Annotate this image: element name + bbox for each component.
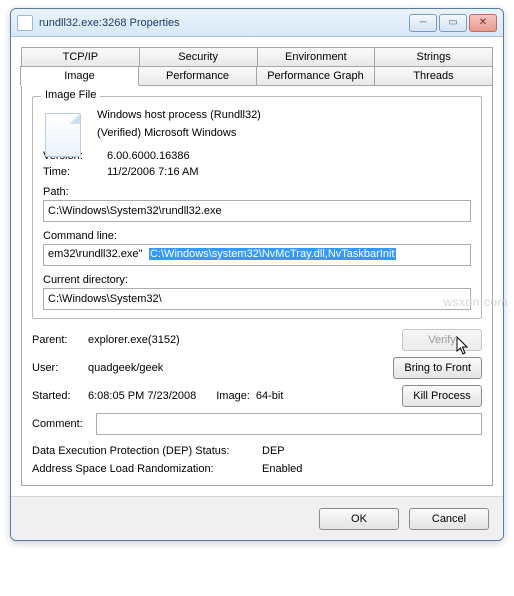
image-label: Image: — [216, 390, 250, 402]
tab-threads[interactable]: Threads — [374, 66, 493, 85]
bring-to-front-button[interactable]: Bring to Front — [393, 357, 482, 379]
comment-field[interactable] — [96, 413, 482, 435]
tab-perfgraph[interactable]: Performance Graph — [256, 66, 375, 85]
parent-label: Parent: — [32, 334, 88, 346]
comment-label: Comment: — [32, 418, 88, 430]
document-icon — [45, 113, 81, 157]
image-file-group: Image File Windows host process (Rundll3… — [32, 96, 482, 319]
tab-tcpip[interactable]: TCP/IP — [21, 47, 140, 66]
tab-environment[interactable]: Environment — [257, 47, 376, 66]
ok-button[interactable]: OK — [319, 508, 399, 530]
cmdline-field[interactable] — [43, 244, 471, 266]
dialog-footer: OK Cancel — [11, 496, 503, 540]
file-description: Windows host process (Rundll32) — [97, 107, 471, 125]
verify-button[interactable]: Verify — [402, 329, 482, 351]
time-label: Time: — [43, 166, 107, 178]
window-title: rundll32.exe:3268 Properties — [39, 17, 409, 29]
dep-label: Data Execution Protection (DEP) Status: — [32, 445, 262, 457]
started-value: 6:08:05 PM 7/23/2008 — [88, 390, 196, 402]
time-value: 11/2/2006 7:16 AM — [107, 166, 199, 178]
dep-value: DEP — [262, 445, 285, 457]
kill-process-button[interactable]: Kill Process — [402, 385, 482, 407]
close-button[interactable]: ✕ — [469, 14, 497, 32]
started-label: Started: — [32, 390, 88, 402]
path-field[interactable] — [43, 200, 471, 222]
curdir-label: Current directory: — [43, 274, 471, 286]
curdir-field[interactable] — [43, 288, 471, 310]
tab-image[interactable]: Image — [20, 66, 139, 86]
parent-value: explorer.exe(3152) — [88, 334, 180, 346]
user-label: User: — [32, 362, 88, 374]
tab-security[interactable]: Security — [139, 47, 258, 66]
maximize-button[interactable]: ▭ — [439, 14, 467, 32]
aslr-value: Enabled — [262, 463, 302, 475]
tab-strip: TCP/IP Security Environment Strings Imag… — [21, 47, 493, 86]
file-verified: (Verified) Microsoft Windows — [97, 125, 471, 143]
image-value: 64-bit — [256, 390, 284, 402]
tab-performance[interactable]: Performance — [138, 66, 257, 85]
version-value: 6.00.6000.16386 — [107, 150, 190, 162]
minimize-button[interactable]: ─ — [409, 14, 437, 32]
cmdline-label: Command line: — [43, 230, 471, 242]
user-value: quadgeek/geek — [88, 362, 163, 374]
aslr-label: Address Space Load Randomization: — [32, 463, 262, 475]
tab-strings[interactable]: Strings — [374, 47, 493, 66]
group-title: Image File — [41, 89, 100, 101]
path-label: Path: — [43, 186, 471, 198]
tab-panel-image: Image File Windows host process (Rundll3… — [21, 86, 493, 486]
titlebar[interactable]: rundll32.exe:3268 Properties ─ ▭ ✕ — [11, 9, 503, 37]
properties-dialog: rundll32.exe:3268 Properties ─ ▭ ✕ TCP/I… — [10, 8, 504, 541]
cancel-button[interactable]: Cancel — [409, 508, 489, 530]
file-icon — [17, 15, 33, 31]
